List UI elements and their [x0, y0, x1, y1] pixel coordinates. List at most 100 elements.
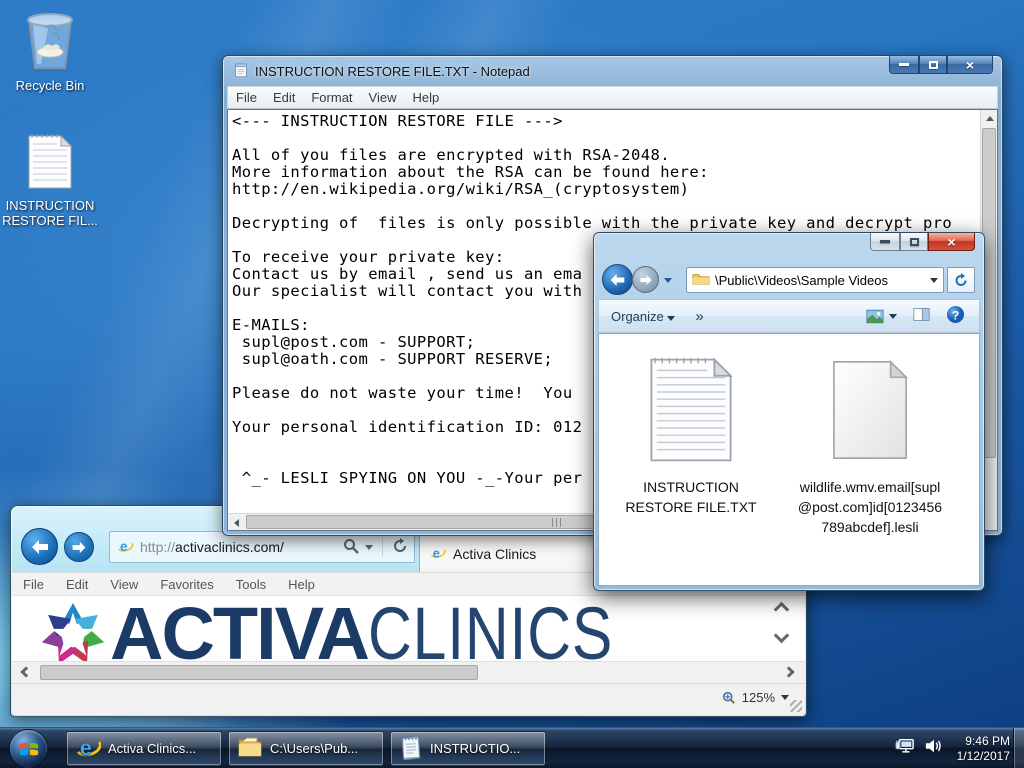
- show-desktop-button[interactable]: [1013, 728, 1024, 768]
- search-dropdown-icon[interactable]: [365, 544, 373, 550]
- menu-favorites[interactable]: Favorites: [149, 577, 224, 592]
- taskbar-button-notepad[interactable]: INSTRUCTIO...: [390, 731, 546, 766]
- taskbar: e Activa Clinics... C:\Users\Pub... INST…: [0, 727, 1024, 768]
- forward-button[interactable]: [632, 266, 659, 293]
- minimize-button[interactable]: [889, 56, 919, 74]
- menu-tools[interactable]: Tools: [225, 577, 277, 592]
- taskbar-button-label: C:\Users\Pub...: [270, 741, 359, 756]
- desktop: Recycle Bin INSTRUCTION RESTORE FIL... e: [0, 0, 1024, 768]
- help-icon: ?: [946, 305, 965, 324]
- search-icon[interactable]: [343, 538, 359, 557]
- address-bar[interactable]: \Public\Videos\Sample Videos: [686, 267, 944, 293]
- preview-pane-icon: [913, 308, 930, 321]
- resize-grip[interactable]: [790, 700, 802, 712]
- menu-edit[interactable]: Edit: [265, 90, 303, 105]
- views-button[interactable]: [866, 309, 897, 324]
- clock-time: 9:46 PM: [965, 733, 1010, 748]
- maximize-button[interactable]: [919, 56, 947, 74]
- logo-word-clinics: CLINICS: [367, 596, 614, 662]
- svg-text:e: e: [80, 737, 92, 760]
- menu-view[interactable]: View: [361, 90, 405, 105]
- minimize-button[interactable]: [870, 233, 900, 251]
- scroll-up-icon[interactable]: [773, 601, 790, 618]
- scroll-left-icon[interactable]: [234, 518, 239, 527]
- scroll-right-icon[interactable]: [783, 666, 795, 678]
- address-dropdown-icon[interactable]: [930, 277, 938, 283]
- menu-view[interactable]: View: [99, 577, 149, 592]
- taskbar-button-label: Activa Clinics...: [108, 741, 197, 756]
- recycle-bin-icon: [2, 8, 98, 75]
- ie-page-content: ACTIVA CLINICS: [12, 596, 805, 661]
- back-button[interactable]: [21, 528, 58, 565]
- forward-button[interactable]: [64, 532, 94, 562]
- file-name: wildlife.wmv.email[supl@post.com]id[0123…: [797, 479, 943, 535]
- windows-flag-icon: [19, 742, 38, 755]
- zoom-dropdown-icon[interactable]: [781, 695, 789, 700]
- ie-icon: e: [75, 734, 102, 763]
- notepad-icon: [399, 734, 423, 763]
- svg-text:e: e: [120, 539, 128, 554]
- folder-icon: [237, 736, 263, 761]
- desktop-icon-instruction-file[interactable]: INSTRUCTION RESTORE FIL...: [2, 130, 98, 228]
- network-icon[interactable]: [895, 737, 915, 760]
- activa-star-logo: [41, 603, 105, 661]
- folder-icon: [692, 272, 710, 289]
- taskbar-button-explorer[interactable]: C:\Users\Pub...: [228, 731, 384, 766]
- scrollbar-thumb[interactable]: [40, 665, 478, 680]
- tab-title: Activa Clinics: [453, 546, 537, 562]
- help-button[interactable]: ?: [946, 305, 965, 327]
- organize-button[interactable]: Organize: [611, 309, 676, 324]
- scroll-up-icon[interactable]: [985, 116, 994, 121]
- views-icon: [866, 309, 884, 323]
- desktop-icon-recycle-bin[interactable]: Recycle Bin: [2, 8, 98, 93]
- start-button[interactable]: [9, 729, 48, 768]
- logo-word-activa: ACTIVA: [110, 596, 370, 662]
- refresh-button[interactable]: [947, 267, 975, 293]
- close-button[interactable]: ×: [928, 233, 975, 251]
- back-button[interactable]: [602, 264, 633, 295]
- refresh-icon[interactable]: [392, 537, 408, 557]
- text-file-icon: [2, 130, 98, 195]
- text-file-icon: [625, 356, 757, 469]
- menu-help[interactable]: Help: [277, 577, 326, 592]
- file-item-wildlife-lesli[interactable]: wildlife.wmv.email[supl@post.com]id[0123…: [795, 356, 945, 537]
- close-button[interactable]: ×: [947, 56, 993, 74]
- history-dropdown-icon[interactable]: [664, 278, 672, 283]
- ie-page-icon: e: [429, 544, 446, 564]
- address-path: \Public\Videos\Sample Videos: [715, 272, 888, 288]
- desktop-icon-label: Recycle Bin: [15, 78, 85, 93]
- caption-buttons: ×: [889, 56, 993, 74]
- desktop-icon-label: INSTRUCTION RESTORE FIL...: [2, 198, 98, 228]
- menu-edit[interactable]: Edit: [55, 577, 99, 592]
- activa-clinics-logo: ACTIVA CLINICS: [40, 596, 667, 662]
- taskbar-clock[interactable]: 9:46 PM 1/12/2017: [957, 734, 1010, 764]
- zoom-level: 125%: [741, 690, 775, 705]
- menu-help[interactable]: Help: [404, 90, 447, 105]
- menu-file[interactable]: File: [228, 90, 265, 105]
- menu-file[interactable]: File: [12, 577, 55, 592]
- volume-icon[interactable]: [924, 737, 944, 760]
- taskbar-button-activa-clinics[interactable]: e Activa Clinics...: [66, 731, 222, 766]
- clock-date: 1/12/2017: [956, 748, 1010, 763]
- taskbar-button-label: INSTRUCTIO...: [430, 741, 521, 756]
- explorer-file-list: INSTRUCTION RESTORE FILE.TXT wildlife.wm…: [598, 333, 980, 586]
- scroll-left-icon[interactable]: [20, 666, 32, 678]
- preview-pane-button[interactable]: [913, 307, 930, 325]
- maximize-button[interactable]: [900, 233, 928, 251]
- window-title: INSTRUCTION RESTORE FILE.TXT - Notepad: [255, 63, 530, 79]
- notepad-icon: [233, 62, 249, 81]
- scroll-down-icon[interactable]: [773, 627, 790, 644]
- ie-status-bar: 125%: [12, 683, 805, 715]
- svg-text:?: ?: [952, 308, 960, 322]
- generic-file-icon: [795, 356, 945, 469]
- file-item-instruction-restore[interactable]: INSTRUCTION RESTORE FILE.TXT: [625, 356, 757, 517]
- menu-format[interactable]: Format: [303, 90, 360, 105]
- explorer-window: × \Public\Videos\Sample Videos Organize …: [593, 232, 985, 591]
- explorer-navigation-bar: \Public\Videos\Sample Videos: [594, 261, 984, 299]
- ie-horizontal-scrollbar[interactable]: [12, 661, 805, 683]
- toolbar-overflow-button[interactable]: »: [695, 308, 703, 325]
- svg-text:e: e: [433, 545, 440, 560]
- zoom-control[interactable]: 125%: [722, 690, 789, 705]
- notepad-title-bar[interactable]: INSTRUCTION RESTORE FILE.TXT - Notepad: [223, 56, 1002, 86]
- notepad-menu-bar: File Edit Format View Help: [227, 86, 998, 109]
